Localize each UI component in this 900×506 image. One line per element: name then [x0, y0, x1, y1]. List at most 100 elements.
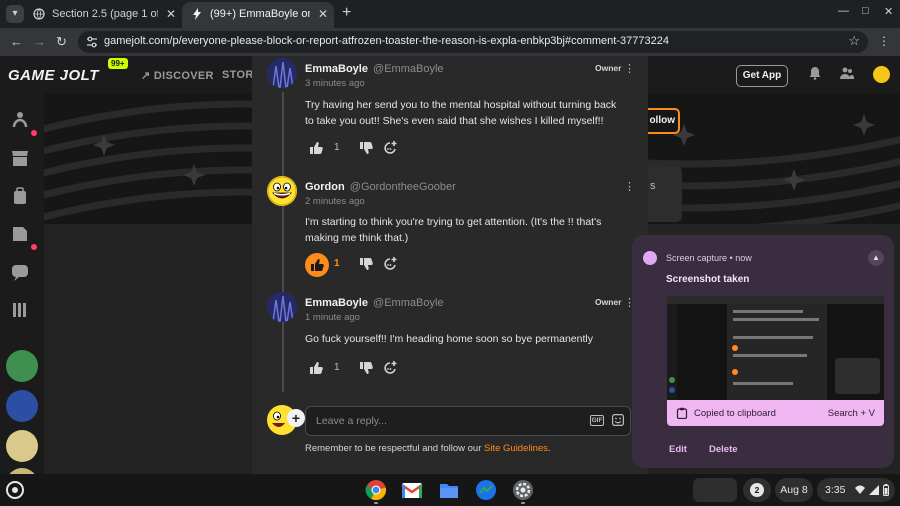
gamejolt-logo[interactable]: GAME JOLT [8, 67, 99, 84]
site-settings-icon[interactable] [85, 35, 99, 49]
nav-discover[interactable]: ↗ DISCOVER [141, 69, 214, 82]
settings-icon[interactable] [512, 479, 534, 501]
edit-button[interactable]: Edit [669, 444, 687, 455]
notification-counter[interactable]: 2 [743, 478, 771, 502]
screenshot-thumbnail[interactable] [667, 296, 884, 400]
reply-icon[interactable] [382, 140, 398, 156]
comment-item: EmmaBoyle @EmmaBoyle 1 minute ago Owner … [252, 292, 635, 382]
thumbs-down-icon[interactable] [359, 141, 373, 155]
guidelines-end: . [547, 443, 551, 454]
community-avatar[interactable] [6, 430, 38, 462]
tab-gamejolt[interactable]: (99+) EmmaBoyle on Game Jo ✕ [182, 2, 334, 28]
comment-avatar[interactable] [267, 292, 297, 322]
emoji-icon[interactable] [612, 414, 624, 426]
unread-dot [31, 130, 37, 136]
avatar-art [267, 176, 297, 206]
screenshot-holding-space[interactable] [693, 478, 737, 502]
close-window-icon[interactable]: ✕ [884, 5, 893, 18]
tab-section[interactable]: Section 2.5 (page 1 of 2) | ace ✕ [24, 2, 182, 28]
reply-icon[interactable] [382, 256, 398, 272]
browser-tab-strip: ▾ Section 2.5 (page 1 of 2) | ace ✕ (99+… [0, 0, 900, 28]
community-avatar[interactable] [6, 390, 38, 422]
new-tab-icon[interactable]: + [342, 4, 351, 22]
activity-icon[interactable] [10, 110, 30, 130]
community-avatar[interactable] [6, 350, 38, 382]
maximize-icon[interactable]: □ [862, 5, 869, 17]
comment-author[interactable]: EmmaBoyle @EmmaBoyle [305, 63, 444, 75]
comment-timestamp[interactable]: 1 minute ago [305, 312, 360, 323]
get-app-button[interactable]: Get App [736, 65, 788, 87]
tab-search-icon[interactable]: ▾ [6, 5, 24, 23]
kebab-menu-icon[interactable]: ⋮ [624, 62, 635, 75]
site-sidebar [0, 94, 44, 500]
kebab-menu-icon[interactable]: ⋮ [624, 180, 635, 193]
url-text: gamejolt.com/p/everyone-please-block-or-… [104, 35, 669, 47]
reload-icon[interactable]: ↻ [56, 33, 67, 51]
thumbs-down-icon[interactable] [359, 361, 373, 375]
thumbs-up-icon[interactable] [309, 361, 323, 375]
bookmark-star-icon[interactable]: ☆ [848, 33, 860, 49]
site-guidelines-link[interactable]: Site Guidelines [484, 443, 548, 454]
battery-icon [883, 484, 889, 496]
profile-side-card: s [648, 166, 682, 222]
author-handle: @EmmaBoyle [373, 63, 444, 75]
forward-icon[interactable]: → [33, 33, 46, 51]
tab-title: (99+) EmmaBoyle on Game Jo [210, 8, 310, 20]
comment-timestamp[interactable]: 2 minutes ago [305, 196, 365, 207]
friends-icon[interactable] [840, 66, 854, 80]
delete-button[interactable]: Delete [709, 444, 738, 455]
quests-icon[interactable] [10, 224, 30, 244]
files-icon[interactable] [438, 479, 460, 501]
chat-icon[interactable] [10, 262, 30, 282]
notification-title: Screenshot taken [666, 274, 750, 285]
gmail-icon[interactable] [401, 479, 423, 501]
avatar-art [267, 292, 297, 322]
browser-toolbar: ← → ↻ gamejolt.com/p/everyone-please-blo… [0, 28, 900, 56]
notification-time: now [735, 253, 752, 263]
backpack-icon[interactable] [10, 186, 30, 206]
date-pill[interactable]: Aug 8 [775, 478, 813, 502]
comment-actions: 1 [305, 137, 445, 161]
address-bar[interactable]: gamejolt.com/p/everyone-please-block-or-… [78, 31, 868, 53]
launcher-icon[interactable] [6, 481, 24, 499]
screen: ▾ Section 2.5 (page 1 of 2) | ace ✕ (99+… [0, 0, 900, 506]
close-tab-icon[interactable]: ✕ [318, 2, 328, 26]
comment-avatar[interactable] [267, 176, 297, 206]
reply-input[interactable] [305, 406, 631, 436]
thumbs-up-icon[interactable] [309, 141, 323, 155]
chrome-icon[interactable] [365, 479, 387, 501]
thumbs-down-icon[interactable] [359, 257, 373, 271]
status-tray[interactable]: 3:35 [817, 478, 895, 502]
minimize-icon[interactable]: — [838, 5, 849, 17]
author-handle: @EmmaBoyle [373, 297, 444, 309]
collapse-chevron-icon[interactable]: ▲ [868, 250, 884, 266]
copied-to-clipboard-bar[interactable]: Copied to clipboard Search + V [667, 400, 884, 426]
like-count: 1 [334, 142, 340, 153]
follow-button[interactable]: ollow [644, 108, 680, 134]
bell-icon[interactable] [808, 66, 822, 80]
owner-badge: Owner [595, 63, 622, 73]
library-icon[interactable] [10, 300, 30, 320]
store-icon[interactable] [10, 148, 30, 168]
comment-avatar[interactable] [267, 58, 297, 88]
thumbs-up-icon[interactable] [305, 253, 329, 277]
back-icon[interactable]: ← [10, 33, 23, 51]
author-name: EmmaBoyle [305, 63, 368, 75]
comment-author[interactable]: EmmaBoyle @EmmaBoyle [305, 297, 444, 309]
comment-timestamp[interactable]: 3 minutes ago [305, 78, 365, 89]
chrome-menu-icon[interactable]: ⋮ [878, 34, 890, 48]
messages-icon[interactable] [475, 479, 497, 501]
avatar-art [267, 58, 297, 88]
gif-button[interactable]: GIF [590, 415, 604, 426]
add-attachment-button[interactable]: + [287, 409, 305, 427]
screen-capture-notification: Screen capture • now ▲ Screenshot taken [632, 235, 894, 468]
notification-source: Screen capture • now [666, 253, 752, 263]
comment-text: Try having her send you to the mental ho… [305, 99, 617, 127]
user-avatar[interactable] [873, 66, 890, 83]
comment-author[interactable]: Gordon @GordontheeGoober [305, 181, 456, 193]
close-tab-icon[interactable]: ✕ [166, 2, 176, 26]
gamejolt-bolt-icon [193, 8, 201, 20]
comment-actions: 1 [305, 253, 445, 277]
reply-icon[interactable] [382, 360, 398, 376]
running-indicator [521, 502, 525, 504]
